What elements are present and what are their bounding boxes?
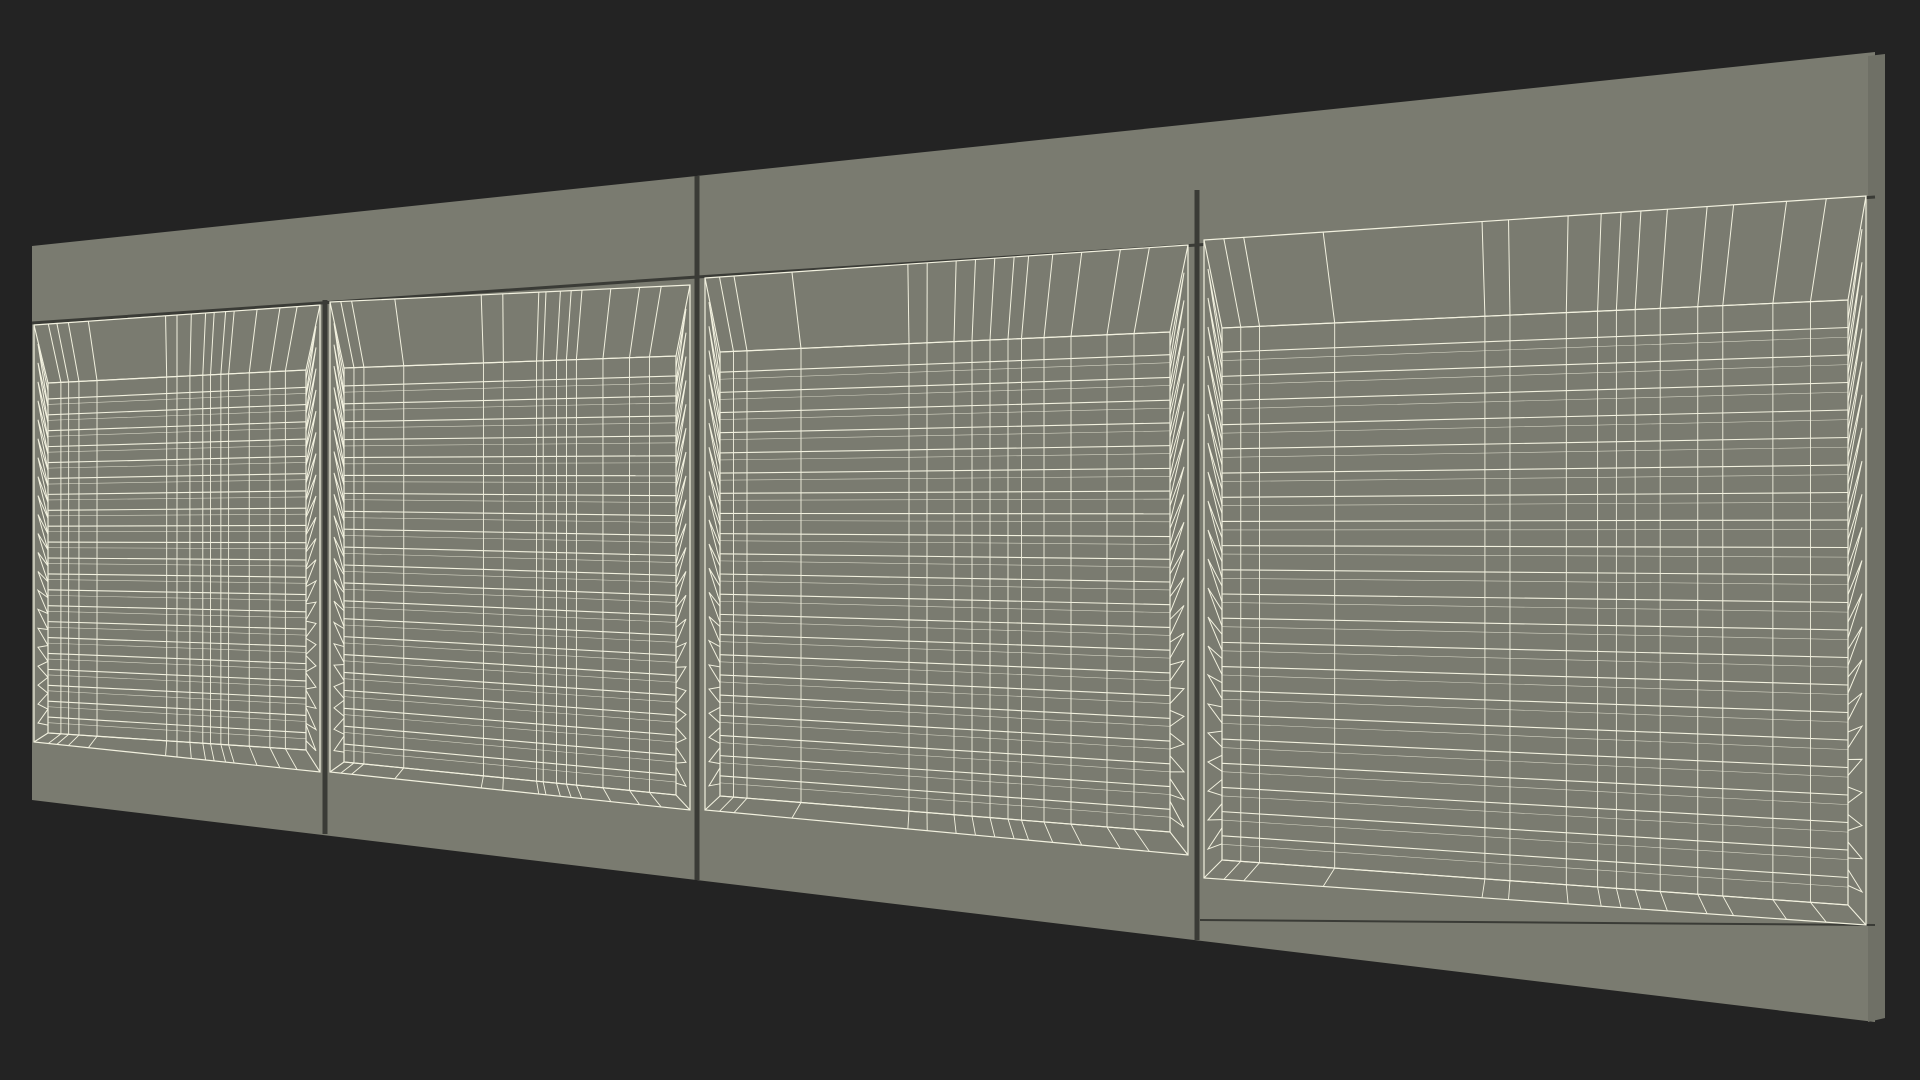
bottom-wire (502, 777, 504, 791)
header-wire (502, 293, 504, 363)
panel-frame (704, 244, 1189, 856)
blind-panel (1203, 195, 1867, 926)
panel-frame (1203, 195, 1867, 926)
panel-frame (329, 284, 691, 811)
blind-panel (329, 284, 691, 811)
blind-panel (33, 304, 321, 773)
wall-edge (1868, 54, 1885, 1022)
render-viewport (0, 0, 1920, 1080)
blind-panel (704, 244, 1189, 856)
wireframe-blinds-render (0, 0, 1920, 1080)
